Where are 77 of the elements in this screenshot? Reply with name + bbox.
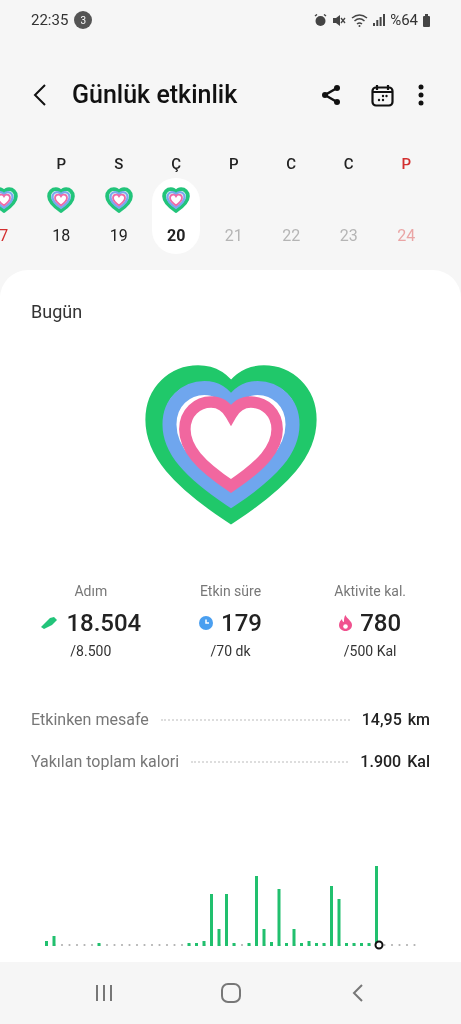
mute-icon xyxy=(332,13,347,27)
weekday-label: P xyxy=(401,153,412,175)
metric-unit: Kal xyxy=(407,751,430,773)
alarm-icon xyxy=(314,13,328,27)
step-bar xyxy=(269,942,273,946)
step-bar xyxy=(187,943,190,946)
metric-value: 1.900 xyxy=(360,751,402,773)
battery-icon xyxy=(423,13,430,27)
heart-ring-icon xyxy=(47,187,76,213)
back-icon xyxy=(33,83,47,107)
stat-goal: /70 dk xyxy=(210,642,251,661)
stat-label: Adım xyxy=(74,582,108,601)
step-bar xyxy=(337,899,340,946)
clock-icon xyxy=(199,616,214,630)
page-title: Günlük etkinlik xyxy=(72,79,239,112)
weekday-label: C xyxy=(286,153,297,175)
day-item[interactable]: 20 xyxy=(152,178,201,254)
step-bar xyxy=(314,943,318,946)
step-bar xyxy=(292,929,295,946)
step-bar xyxy=(344,943,348,946)
heart-ring-icon xyxy=(162,187,191,213)
share-icon xyxy=(320,84,342,106)
day-item[interactable]: 7 xyxy=(0,178,28,254)
weekday-label: Ç xyxy=(171,153,182,175)
step-bar xyxy=(202,941,205,946)
step-bar xyxy=(299,943,303,946)
step-bar xyxy=(329,886,333,946)
stat-value: 780 xyxy=(360,608,402,639)
day-item[interactable]: 19 xyxy=(94,178,143,254)
step-bar xyxy=(367,943,370,946)
stat-value: 18.504 xyxy=(66,608,142,639)
step-bar xyxy=(52,936,55,946)
step-bar xyxy=(247,943,250,946)
weekday-label: P xyxy=(56,153,67,175)
step-bar xyxy=(194,943,198,946)
metric-value: 14,95 xyxy=(361,709,402,731)
stat-label: Etkin süre xyxy=(199,582,262,601)
notification-count: 3 xyxy=(74,11,93,29)
calendar-icon xyxy=(370,83,394,107)
step-bar xyxy=(359,943,363,946)
step-bar xyxy=(44,941,48,946)
weekday-label: S xyxy=(114,153,124,175)
step-bar xyxy=(97,943,100,946)
metric-unit: km xyxy=(407,709,430,731)
stat-goal: /500 Kal xyxy=(343,642,397,661)
stat-label: Aktivite kal. xyxy=(334,582,406,601)
battery-percent: %64 xyxy=(390,9,418,31)
step-bar xyxy=(307,941,310,946)
weekday-label: C xyxy=(343,153,354,175)
step-bar xyxy=(284,943,288,946)
metric-label: Yakılan toplam kalori xyxy=(31,751,180,773)
day-item[interactable]: 18 xyxy=(37,178,86,254)
shoe-icon xyxy=(40,616,59,630)
step-bar xyxy=(224,894,228,946)
wifi-icon xyxy=(351,13,369,27)
stat-goal: /8.500 xyxy=(70,642,112,661)
step-bar xyxy=(352,943,355,946)
step-bar xyxy=(254,876,258,946)
signal-icon xyxy=(373,14,386,26)
stat-value: 179 xyxy=(221,608,262,639)
step-bar xyxy=(262,929,265,946)
more-icon xyxy=(418,84,424,106)
heart-ring-icon xyxy=(104,187,133,213)
step-bar xyxy=(209,894,213,946)
weekday-label: P xyxy=(228,153,239,175)
step-bar xyxy=(277,889,280,946)
card-title: Bugün xyxy=(31,300,83,324)
step-bar xyxy=(232,943,235,946)
recent-apps-icon xyxy=(93,984,114,1002)
clock-time: 22:35 xyxy=(31,9,69,31)
step-bar xyxy=(322,943,325,946)
flame-icon xyxy=(339,615,353,631)
current-time-marker xyxy=(374,940,383,950)
home-icon xyxy=(219,982,242,1004)
metric-label: Etkinken mesafe xyxy=(31,709,149,731)
step-bar xyxy=(217,929,220,946)
back-icon xyxy=(351,983,364,1003)
